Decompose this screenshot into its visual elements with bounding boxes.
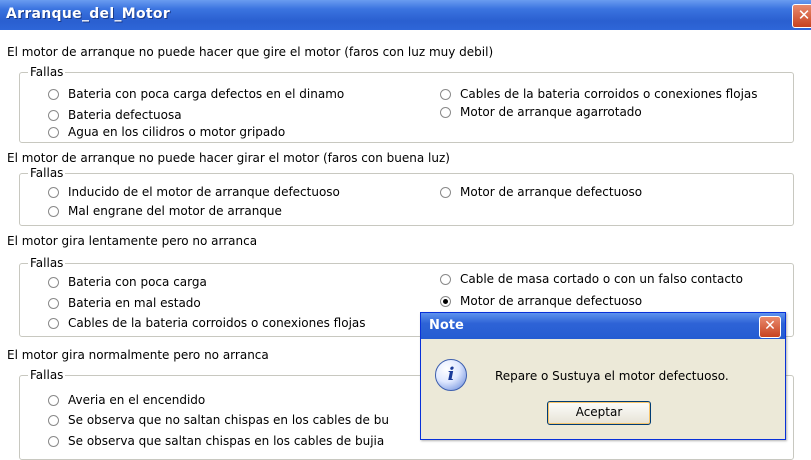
- radio-option-label: Bateria con poca carga defectos en el di…: [68, 87, 345, 101]
- radio-option[interactable]: Motor de arranque defectuoso: [440, 185, 642, 199]
- note-dialog-title: Note: [429, 318, 464, 333]
- radio-button[interactable]: [440, 186, 451, 198]
- radio-button[interactable]: [48, 109, 59, 121]
- note-dialog-message: Repare o Sustuya el motor defectuoso.: [495, 369, 729, 383]
- section-4-title: El motor gira normalmente pero no arranc…: [7, 348, 269, 362]
- radio-option-label: Bateria defectuosa: [68, 108, 182, 122]
- radio-button[interactable]: [48, 88, 59, 100]
- radio-option[interactable]: Averia en el encendido: [48, 393, 205, 407]
- radio-option[interactable]: Bateria con poca carga: [48, 275, 207, 289]
- radio-button[interactable]: [48, 435, 59, 447]
- radio-button[interactable]: [440, 106, 451, 118]
- radio-button[interactable]: [48, 394, 59, 406]
- radio-option-label: Se observa que saltan chispas en los cab…: [68, 434, 385, 448]
- radio-button[interactable]: [48, 186, 59, 198]
- radio-option-label: Motor de arranque agarrotado: [460, 105, 642, 119]
- radio-option-label: Motor de arranque defectuoso: [460, 185, 643, 199]
- section-2-title: El motor de arranque no puede hacer gira…: [7, 151, 450, 165]
- radio-option-label: Averia en el encendido: [68, 393, 206, 407]
- radio-option-label: Motor de arranque defectuoso: [460, 294, 643, 308]
- note-dialog-titlebar: Note ✕: [421, 313, 785, 339]
- radio-option[interactable]: Agua en los cilidros o motor gripado: [48, 125, 285, 139]
- radio-option[interactable]: Bateria en mal estado: [48, 296, 201, 310]
- radio-option-label: Se observa que no saltan chispas en los …: [68, 413, 389, 427]
- info-icon: i: [435, 359, 467, 391]
- radio-button[interactable]: [48, 414, 59, 426]
- radio-option[interactable]: Se observa que no saltan chispas en los …: [48, 413, 389, 427]
- section-3-title: El motor gira lentamente pero no arranca: [7, 234, 258, 248]
- window-title: Arranque_del_Motor: [6, 6, 171, 22]
- section-1-group-label: Fallas: [30, 65, 64, 79]
- section-2-group-label: Fallas: [30, 166, 64, 180]
- radio-option-label: Cable de masa cortado o con un falso con…: [460, 272, 743, 286]
- radio-option-label: Cables de la bateria corroidos o conexio…: [460, 87, 758, 101]
- aceptar-button[interactable]: Aceptar: [547, 401, 651, 425]
- note-dialog-close-button[interactable]: ✕: [759, 316, 781, 338]
- radio-option[interactable]: Cable de masa cortado o con un falso con…: [440, 272, 743, 286]
- radio-option-label: Bateria con poca carga: [68, 275, 207, 289]
- radio-option-label: Mal engrane del motor de arranque: [68, 204, 282, 218]
- section-3-group-label: Fallas: [30, 256, 64, 270]
- radio-option[interactable]: Cables de la bateria corroidos o conexio…: [440, 87, 758, 101]
- radio-button[interactable]: [48, 126, 59, 138]
- radio-option[interactable]: Bateria con poca carga defectos en el di…: [48, 87, 344, 101]
- radio-option[interactable]: Cables de la bateria corroidos o conexio…: [48, 316, 366, 330]
- radio-option-label: Bateria en mal estado: [68, 296, 201, 310]
- radio-button[interactable]: [48, 276, 59, 288]
- radio-option[interactable]: Motor de arranque defectuoso: [440, 294, 642, 308]
- radio-button[interactable]: [48, 205, 59, 217]
- window-titlebar: Arranque_del_Motor ✕: [0, 0, 811, 30]
- radio-option[interactable]: Motor de arranque agarrotado: [440, 105, 642, 119]
- radio-option-label: Agua en los cilidros o motor gripado: [68, 125, 286, 139]
- radio-button-selected[interactable]: [440, 295, 451, 307]
- section-4-group-label: Fallas: [30, 368, 64, 382]
- radio-option-label: Inducido de el motor de arranque defectu…: [68, 185, 340, 199]
- note-dialog: Note ✕ i Repare o Sustuya el motor defec…: [420, 312, 786, 440]
- radio-option[interactable]: Bateria defectuosa: [48, 108, 182, 122]
- radio-option[interactable]: Mal engrane del motor de arranque: [48, 204, 282, 218]
- radio-option[interactable]: Inducido de el motor de arranque defectu…: [48, 185, 340, 199]
- radio-button[interactable]: [440, 273, 451, 285]
- section-1-title: El motor de arranque no puede hacer que …: [7, 45, 494, 59]
- radio-option[interactable]: Se observa que saltan chispas en los cab…: [48, 434, 384, 448]
- radio-button[interactable]: [440, 88, 451, 100]
- window-close-button[interactable]: ✕: [792, 4, 811, 28]
- radio-button[interactable]: [48, 317, 59, 329]
- radio-button[interactable]: [48, 297, 59, 309]
- radio-option-label: Cables de la bateria corroidos o conexio…: [68, 316, 366, 330]
